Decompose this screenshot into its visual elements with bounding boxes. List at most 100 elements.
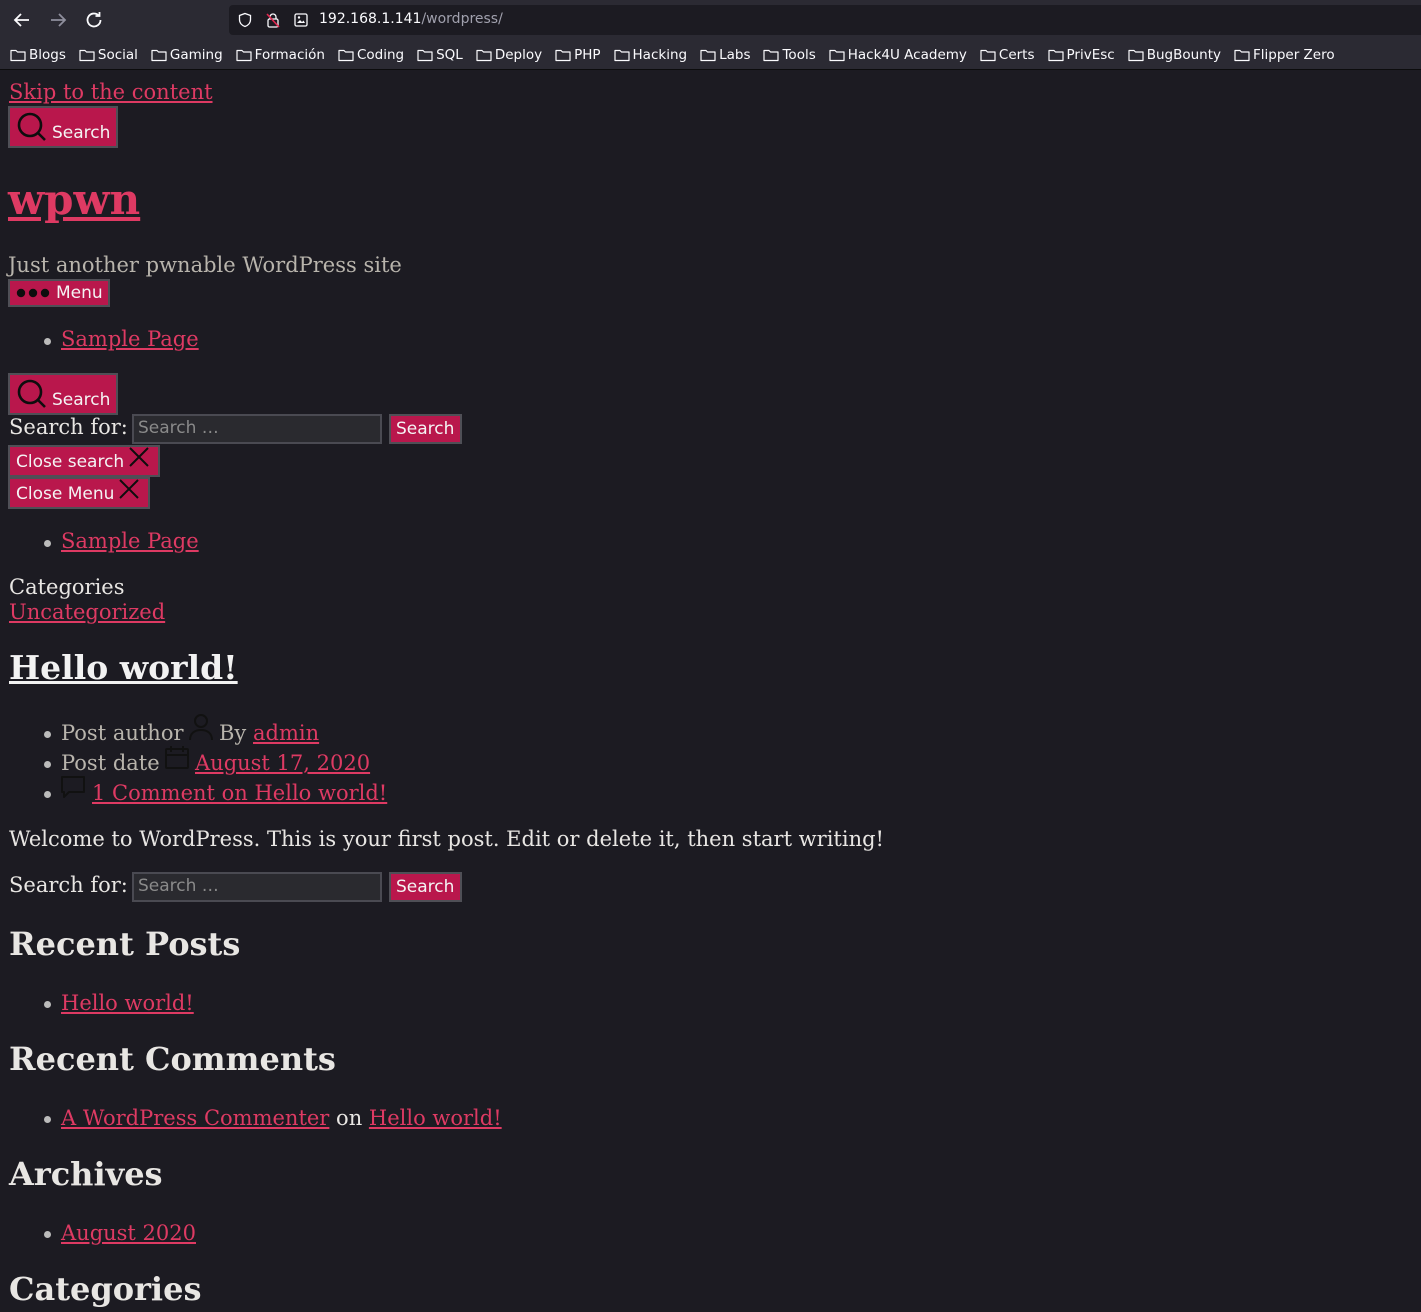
back-button[interactable] bbox=[10, 8, 34, 32]
url-text: 192.168.1.141/wordpress/ bbox=[319, 11, 503, 27]
close-search-label: Close search bbox=[16, 452, 125, 472]
nav-item-sample-page[interactable]: Sample Page bbox=[61, 327, 199, 351]
bookmark-folder[interactable]: PHP bbox=[555, 47, 601, 63]
search-toggle-button[interactable]: Search bbox=[8, 106, 118, 148]
bookmark-label: Flipper Zero bbox=[1253, 46, 1335, 63]
categories-heading: Categories bbox=[9, 1270, 202, 1308]
insecure-lock-icon[interactable] bbox=[265, 12, 281, 28]
skip-to-content-link[interactable]: Skip to the content bbox=[9, 80, 213, 104]
menu-toggle-label: Menu bbox=[56, 283, 103, 303]
recent-comments-heading: Recent Comments bbox=[9, 1040, 336, 1078]
bookmark-folder[interactable]: PrivEsc bbox=[1047, 46, 1115, 63]
arrow-left-icon bbox=[13, 13, 29, 27]
bookmark-label: Hacking bbox=[632, 46, 688, 63]
calendar-icon bbox=[165, 746, 189, 769]
shield-icon[interactable] bbox=[237, 12, 253, 28]
arrow-right-icon bbox=[51, 13, 67, 27]
widget-search-submit-button[interactable]: Search bbox=[389, 872, 462, 902]
list-bullet bbox=[44, 540, 51, 547]
list-bullet bbox=[44, 1116, 51, 1123]
close-menu-label: Close Menu bbox=[16, 484, 115, 504]
bookmark-label: PrivEsc bbox=[1066, 46, 1115, 63]
search-form-label: Search for: bbox=[9, 415, 128, 439]
menu-toggle-button[interactable]: Menu bbox=[8, 279, 110, 307]
folder-icon bbox=[10, 49, 26, 61]
bookmark-folder[interactable]: Hack4U Academy bbox=[829, 47, 967, 63]
recent-posts-heading: Recent Posts bbox=[9, 925, 241, 963]
list-bullet bbox=[44, 761, 51, 768]
folder-icon bbox=[763, 49, 780, 61]
search-submit-button[interactable]: Search bbox=[389, 414, 462, 444]
post-date-label: Post date bbox=[61, 751, 160, 775]
bookmark-folder[interactable]: Blogs bbox=[10, 47, 66, 63]
bookmark-label: Social bbox=[97, 46, 138, 63]
bookmark-label: Certs bbox=[998, 46, 1035, 63]
archive-link[interactable]: August 2020 bbox=[61, 1221, 196, 1245]
reload-button[interactable] bbox=[82, 8, 106, 32]
search-modal-toggle-label: Search bbox=[52, 390, 111, 410]
forward-button[interactable] bbox=[46, 8, 70, 32]
site-title[interactable]: wpwn bbox=[8, 175, 140, 224]
folder-icon bbox=[151, 49, 167, 61]
close-menu-button[interactable]: Close Menu bbox=[8, 477, 150, 509]
bookmark-label: Formación bbox=[254, 46, 325, 63]
bookmark-folder[interactable]: Certs bbox=[980, 47, 1035, 63]
folder-icon bbox=[1128, 49, 1144, 61]
page-content: Skip to the content Search wpwn Just ano… bbox=[0, 70, 1421, 1312]
post-title[interactable]: Hello world! bbox=[9, 648, 238, 687]
list-bullet bbox=[44, 791, 51, 798]
bookmark-folder[interactable]: SQL bbox=[417, 47, 463, 63]
widget-search-input[interactable]: Search … bbox=[132, 872, 382, 902]
recent-comment: A WordPress Commenter on Hello world! bbox=[61, 1106, 502, 1130]
list-bullet bbox=[44, 731, 51, 738]
menu-modal-item-sample-page[interactable]: Sample Page bbox=[61, 529, 199, 553]
comment-icon bbox=[61, 776, 85, 798]
url-path: /wordpress/ bbox=[421, 11, 503, 27]
categories-label: Categories bbox=[9, 575, 125, 599]
ellipsis-icon bbox=[16, 288, 50, 298]
bookmark-label: BugBounty bbox=[1146, 46, 1221, 63]
bookmark-label: Labs bbox=[719, 46, 751, 63]
archives-heading: Archives bbox=[9, 1155, 163, 1193]
bookmark-label: Coding bbox=[356, 46, 405, 63]
search-input[interactable]: Search … bbox=[132, 414, 382, 444]
browser-chrome: 192.168.1.141/wordpress/ Blogs Social Gami… bbox=[0, 0, 1421, 70]
close-search-button[interactable]: Close search bbox=[8, 445, 160, 477]
search-icon bbox=[17, 112, 46, 141]
bookmark-folder[interactable]: Gaming bbox=[151, 47, 223, 63]
search-icon bbox=[17, 379, 46, 408]
folder-icon bbox=[1047, 49, 1064, 61]
bookmark-folder[interactable]: Formación bbox=[236, 47, 325, 63]
site-description: Just another pwnable WordPress site bbox=[8, 253, 402, 277]
bookmark-folder[interactable]: Flipper Zero bbox=[1234, 47, 1335, 63]
bookmark-folder[interactable]: Hacking bbox=[613, 46, 688, 63]
recent-post-link[interactable]: Hello world! bbox=[61, 991, 194, 1015]
navigation-toolbar: 192.168.1.141/wordpress/ bbox=[0, 0, 1421, 40]
folder-icon bbox=[1234, 49, 1250, 61]
recent-comment-post-link[interactable]: Hello world! bbox=[369, 1106, 502, 1130]
folder-icon bbox=[476, 49, 492, 61]
bookmark-label: Blogs bbox=[29, 46, 66, 63]
bookmark-folder[interactable]: Tools bbox=[763, 47, 816, 63]
post-comments-link[interactable]: 1 Comment on Hello world! bbox=[92, 781, 387, 805]
recent-comment-on: on bbox=[336, 1106, 363, 1130]
search-modal-toggle-button[interactable]: Search bbox=[8, 373, 118, 415]
commenter-link[interactable]: A WordPress Commenter bbox=[61, 1106, 329, 1130]
user-icon bbox=[189, 714, 213, 741]
folder-icon bbox=[829, 49, 845, 61]
post-date-link[interactable]: August 17, 2020 bbox=[195, 751, 370, 775]
page-icon bbox=[293, 12, 309, 28]
post-content: Welcome to WordPress. This is your first… bbox=[9, 827, 884, 851]
url-bar[interactable]: 192.168.1.141/wordpress/ bbox=[229, 5, 1421, 35]
bookmark-folder[interactable]: Deploy bbox=[476, 47, 542, 63]
bookmark-label: Deploy bbox=[494, 46, 543, 63]
bookmark-folder[interactable]: BugBounty bbox=[1128, 47, 1221, 63]
bookmark-folder[interactable]: Social bbox=[79, 47, 138, 63]
bookmark-folder[interactable]: Labs bbox=[700, 47, 750, 63]
post-author-link[interactable]: admin bbox=[253, 721, 319, 745]
folder-icon bbox=[700, 49, 716, 61]
bookmark-label: Gaming bbox=[169, 46, 223, 63]
reload-icon bbox=[86, 12, 102, 28]
category-link[interactable]: Uncategorized bbox=[9, 600, 165, 624]
bookmark-folder[interactable]: Coding bbox=[338, 47, 404, 63]
